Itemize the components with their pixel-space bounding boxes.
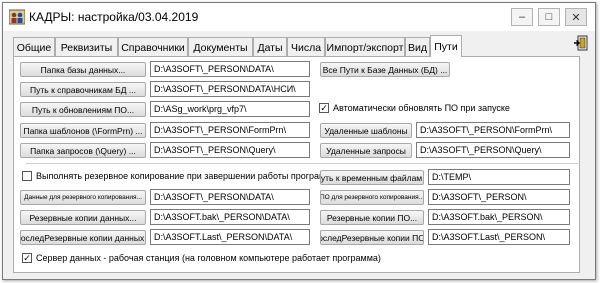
backup-copies-data-button[interactable]: Резервные копии данных...: [20, 210, 146, 225]
backup-on-exit-check-box[interactable]: [22, 171, 32, 181]
tab-numbers[interactable]: Числа: [287, 37, 325, 57]
remote-queries-button[interactable]: Удаленные запросы: [320, 143, 412, 158]
updates-path-field[interactable]: D:\ASg_work\prg_vfp7\: [150, 101, 310, 117]
maximize-button[interactable]: □: [538, 8, 560, 26]
auto-update-checkbox[interactable]: ✓ Автоматически обновлять ПО при запуске: [319, 103, 510, 113]
tab-view[interactable]: Вид: [405, 37, 430, 57]
updates-path-button[interactable]: Путь к обновлениям ПО...: [20, 102, 146, 117]
auto-update-label: Автоматически обновлять ПО при запуске: [333, 103, 510, 113]
queries-folder-field[interactable]: D:\A3SOFT\_PERSON\Query\: [150, 142, 310, 158]
people-app-icon: [9, 9, 25, 25]
title-bar[interactable]: КАДРЫ: настройка/03.04.2019 – □ ✕: [3, 3, 595, 31]
all-paths-button[interactable]: Все Пути к Базе Данных (БД) ...: [320, 62, 450, 77]
references-path-button[interactable]: Путь к справочникам БД ...: [20, 82, 146, 97]
backup-on-exit-label: Выполнять резервное копирование при заве…: [36, 171, 338, 181]
templates-folder-button[interactable]: Папка шаблонов (\FormPrn) ...: [20, 123, 146, 138]
temp-path-field[interactable]: D:\TEMP\: [428, 169, 570, 185]
tab-requisites[interactable]: Реквизиты: [55, 37, 118, 57]
remote-templates-field[interactable]: D:\A3SOFT\_PERSON\FormPrn\: [416, 122, 570, 138]
backup-data-field[interactable]: D:\A3SOFT\_PERSON\DATA\: [150, 189, 310, 205]
data-server-check-box[interactable]: ✓: [22, 253, 32, 263]
section-divider: [26, 163, 578, 164]
backup-software-button[interactable]: ПО для резервного копирования...: [320, 190, 424, 205]
last-backup-data-field[interactable]: D:\A3SOFT.Last\_PERSON\DATA\: [150, 229, 310, 245]
window-title: КАДРЫ: настройка/03.04.2019: [29, 10, 199, 24]
minimize-button[interactable]: –: [511, 8, 533, 26]
last-backup-software-field[interactable]: D:\A3SOFT.Last\_PERSON\: [428, 229, 570, 245]
backup-software-field[interactable]: D:\A3SOFT\_PERSON\: [428, 189, 570, 205]
data-server-checkbox[interactable]: ✓ Сервер данных - рабочая станция (на го…: [22, 253, 381, 263]
backup-copies-software-button[interactable]: Резервные копии ПО...: [320, 210, 424, 225]
tab-dates[interactable]: Даты: [253, 37, 287, 57]
backup-on-exit-checkbox[interactable]: Выполнять резервное копирование при заве…: [22, 171, 338, 181]
paths-panel: Папка базы данных... D:\A3SOFT\_PERSON\D…: [13, 56, 580, 273]
backup-data-button[interactable]: Данные для резервного копирования...: [20, 190, 146, 205]
settings-window: КАДРЫ: настройка/03.04.2019 – □ ✕ Общие …: [2, 2, 596, 280]
tab-references[interactable]: Справочники: [118, 37, 188, 57]
last-backup-data-button[interactable]: ПоследРезервные копии данных...: [20, 230, 146, 245]
backup-copies-software-field[interactable]: D:\A3SOFT.bak\_PERSON\: [428, 209, 570, 225]
data-server-label: Сервер данных - рабочая станция (на голо…: [36, 253, 381, 263]
db-folder-field[interactable]: D:\A3SOFT\_PERSON\DATA\: [150, 61, 310, 77]
tab-import-export[interactable]: Импорт/экспорт: [325, 37, 405, 57]
db-folder-button[interactable]: Папка базы данных...: [20, 62, 146, 77]
backup-copies-data-field[interactable]: D:\A3SOFT.bak\_PERSON\DATA\: [150, 209, 310, 225]
tab-general[interactable]: Общие: [13, 37, 55, 57]
last-backup-software-button[interactable]: ПоследРезервные копии ПО...: [320, 230, 424, 245]
maximize-icon: □: [545, 11, 553, 23]
tab-paths[interactable]: Пути: [430, 35, 462, 57]
close-icon: ✕: [571, 11, 581, 24]
queries-folder-button[interactable]: Папка запросов (\Query) ...: [20, 143, 146, 158]
auto-update-check-box[interactable]: ✓: [319, 103, 329, 113]
close-button[interactable]: ✕: [565, 8, 587, 26]
minimize-icon: –: [518, 11, 526, 23]
remote-templates-button[interactable]: Удаленные шаблоны: [320, 123, 412, 138]
temp-path-button[interactable]: Путь к временным файлам...: [320, 170, 424, 185]
remote-queries-field[interactable]: D:\A3SOFT\_PERSON\Query\: [416, 142, 570, 158]
templates-folder-field[interactable]: D:\A3SOFT\_PERSON\FormPrn\: [150, 122, 310, 138]
exit-door-icon[interactable]: [573, 35, 589, 51]
references-path-field[interactable]: D:\A3SOFT\_PERSON\DATA\НСИ\: [150, 81, 310, 97]
tab-documents[interactable]: Документы: [188, 37, 253, 57]
